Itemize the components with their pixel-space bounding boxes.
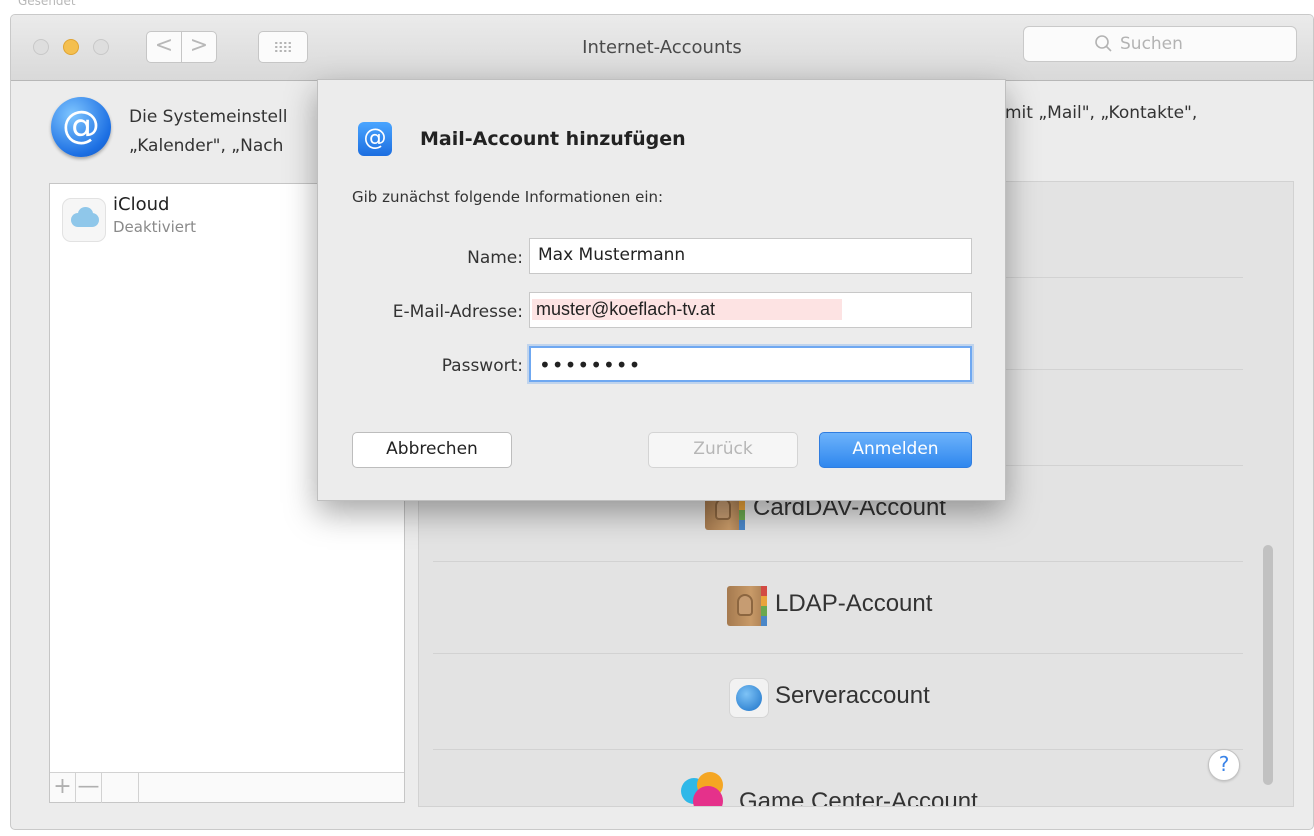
title-bar: < > Internet-Accounts Suchen [11, 15, 1313, 81]
add-account-button[interactable]: + [50, 773, 76, 803]
dialog-title: Mail-Account hinzufügen [420, 128, 686, 150]
add-mail-account-dialog: @ Mail-Account hinzufügen Gib zunächst f… [317, 79, 1006, 501]
icloud-icon [62, 198, 106, 242]
mail-at-icon: @ [358, 122, 392, 156]
dialog-intro: Gib zunächst folgende Informationen ein: [352, 188, 664, 206]
search-placeholder: Suchen [1120, 34, 1183, 54]
provider-row-server[interactable]: Serveraccount [433, 654, 1243, 750]
account-status: Deaktiviert [113, 218, 197, 236]
provider-label: Serveraccount [775, 682, 930, 709]
provider-row-game-center[interactable]: Game Center-Account [433, 750, 1243, 807]
help-button[interactable]: ? [1208, 749, 1240, 781]
email-field[interactable]: muster@koeflach-tv.at [529, 292, 972, 328]
password-field[interactable]: •••••••• [529, 346, 972, 382]
toolbar-spacer [102, 773, 139, 803]
search-icon [1095, 35, 1112, 52]
background-window-strip: Gesendet [0, 0, 1314, 14]
back-button-disabled[interactable]: Zurück [648, 432, 798, 468]
email-value: muster@koeflach-tv.at [532, 299, 842, 320]
provider-row-ldap[interactable]: LDAP-Account [433, 562, 1243, 654]
name-field[interactable]: Max Mustermann [529, 238, 972, 274]
account-name: iCloud [113, 194, 170, 215]
email-label: E-Mail-Adresse: [392, 302, 523, 322]
internet-accounts-icon: @ [51, 97, 111, 157]
game-center-icon [681, 772, 723, 806]
cancel-button[interactable]: Abbrechen [352, 432, 512, 468]
provider-label: LDAP-Account [775, 590, 933, 617]
password-label: Passwort: [441, 356, 523, 376]
provider-list-scrollbar[interactable] [1263, 545, 1273, 785]
account-list-toolbar: + — [50, 772, 404, 803]
provider-label: Game Center-Account [739, 788, 978, 807]
header-description-continued: mit „Mail", „Kontakte", [1005, 103, 1198, 123]
name-label: Name: [467, 248, 523, 268]
background-window-title: Gesendet [18, 0, 76, 8]
remove-account-button[interactable]: — [76, 773, 102, 803]
globe-icon [729, 678, 769, 718]
search-field[interactable]: Suchen [1023, 26, 1297, 62]
sign-in-button[interactable]: Anmelden [819, 432, 972, 468]
contacts-book-icon [727, 586, 767, 626]
